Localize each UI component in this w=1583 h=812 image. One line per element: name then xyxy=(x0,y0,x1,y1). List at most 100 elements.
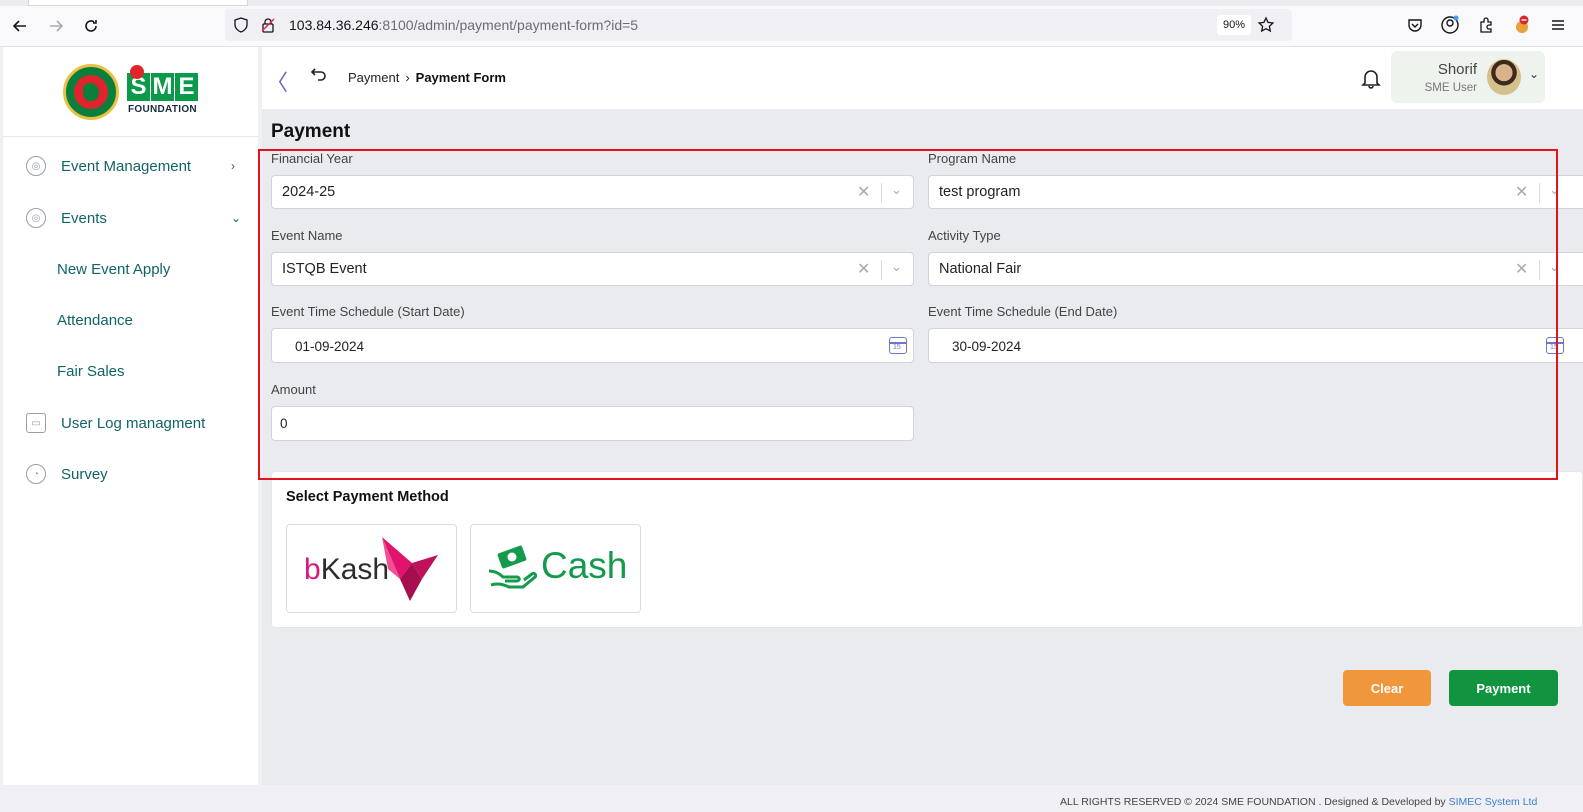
breadcrumb-parent[interactable]: Payment xyxy=(348,70,399,85)
sidebar-item-label: Survey xyxy=(61,465,108,483)
cash-option[interactable]: Cash xyxy=(470,524,641,613)
sidebar-item-label: Events xyxy=(61,209,107,227)
reload-icon[interactable] xyxy=(79,14,103,38)
amount-input[interactable]: 0 xyxy=(271,406,914,441)
chevron-down-icon[interactable]: ⌄ xyxy=(891,182,902,198)
event-name-select[interactable]: ISTQB Event ✕ ⌄ xyxy=(271,252,914,286)
lock-circle-icon: ◎ xyxy=(26,156,46,176)
forward-arrow-icon[interactable] xyxy=(44,14,68,38)
activity-type-label: Activity Type xyxy=(928,228,1001,243)
financial-year-value: 2024-25 xyxy=(282,184,336,200)
government-seal-logo xyxy=(63,64,119,120)
chevron-down-icon[interactable]: ⌄ xyxy=(1549,182,1560,198)
sidebar-item-label: User Log managment xyxy=(61,414,206,432)
start-date-label: Event Time Schedule (Start Date) xyxy=(271,304,465,319)
avatar xyxy=(1487,59,1521,95)
bookmark-star-icon[interactable] xyxy=(1257,16,1275,39)
extension-blocker-icon[interactable] xyxy=(1512,15,1532,35)
select-divider xyxy=(881,260,882,280)
clear-icon[interactable]: ✕ xyxy=(857,182,870,202)
clear-icon[interactable]: ✕ xyxy=(857,259,870,279)
program-name-select[interactable]: test program ✕ ⌄ xyxy=(928,175,1583,209)
start-date-input[interactable]: 01-09-2024 xyxy=(271,328,914,363)
activity-type-select[interactable]: National Fair ✕ ⌄ xyxy=(928,252,1583,286)
log-icon: ▭ xyxy=(26,413,46,433)
end-date-input[interactable]: 30-09-2024 xyxy=(928,328,1583,363)
sidebar-item-label: Event Management xyxy=(61,157,192,175)
address-bar[interactable]: 103.84.36.246:8100/admin/payment/payment… xyxy=(225,9,1292,41)
logo-dot xyxy=(130,65,144,79)
financial-year-label: Financial Year xyxy=(271,151,353,166)
cash-label: Cash xyxy=(541,545,628,586)
clear-icon[interactable]: ✕ xyxy=(1515,259,1528,279)
notification-bell-icon[interactable] xyxy=(1360,67,1382,89)
menu-hamburger-icon[interactable] xyxy=(1548,15,1568,35)
chevron-right-icon: › xyxy=(231,159,235,173)
sidebar-item-events[interactable]: ◎ Events ⌄ xyxy=(3,198,258,238)
pie-chart-icon: ◔ xyxy=(26,464,46,484)
top-header: 〈 Payment › Payment Form Shorif SME User… xyxy=(262,47,1583,109)
footer: ALL RIGHTS RESERVED © 2024 SME FOUNDATIO… xyxy=(0,785,1583,812)
calendar-icon[interactable] xyxy=(1546,337,1564,354)
end-date-value: 30-09-2024 xyxy=(952,339,1022,354)
bkash-rest: Kash xyxy=(320,553,390,586)
bkash-logo-text: bKash xyxy=(304,553,389,587)
chevron-down-icon: ⌄ xyxy=(231,211,242,225)
bkash-b: b xyxy=(304,553,321,586)
shield-icon[interactable] xyxy=(233,17,249,38)
sidebar-subitem-attendance[interactable]: Attendance xyxy=(3,300,258,340)
activity-type-value: National Fair xyxy=(939,261,1022,277)
event-name-label: Event Name xyxy=(271,228,343,243)
pocket-icon[interactable] xyxy=(1405,15,1425,35)
sidebar-subitem-new-event-apply[interactable]: New Event Apply xyxy=(3,249,258,289)
clear-icon[interactable]: ✕ xyxy=(1515,182,1528,202)
logo-letter-e: E xyxy=(175,73,198,101)
breadcrumb-current: Payment Form xyxy=(415,70,506,85)
end-date-label: Event Time Schedule (End Date) xyxy=(928,304,1118,319)
sidebar-subitem-label: Fair Sales xyxy=(57,362,125,380)
bkash-option[interactable]: bKash xyxy=(286,524,457,613)
sidebar-item-survey[interactable]: ◔ Survey xyxy=(3,454,258,494)
insecure-lock-icon[interactable] xyxy=(260,17,276,38)
select-divider xyxy=(1539,183,1540,203)
logo-area: S M E FOUNDATION xyxy=(3,47,258,137)
breadcrumb: Payment › Payment Form xyxy=(348,70,506,85)
amount-label: Amount xyxy=(271,382,316,397)
user-name: Shorif xyxy=(1437,61,1477,78)
sidebar-item-user-log[interactable]: ▭ User Log managment xyxy=(3,403,258,443)
select-divider xyxy=(1539,260,1540,280)
program-name-value: test program xyxy=(939,184,1021,200)
chevron-down-icon[interactable]: ⌄ xyxy=(1549,259,1560,275)
user-role: SME User xyxy=(1424,82,1477,94)
sidebar-subitem-fair-sales[interactable]: Fair Sales xyxy=(3,351,258,391)
logo-subtitle: FOUNDATION xyxy=(128,104,197,115)
user-profile-menu[interactable]: Shorif SME User ⌄ xyxy=(1391,51,1545,103)
start-date-value: 01-09-2024 xyxy=(295,339,365,354)
chevron-down-icon[interactable]: ⌄ xyxy=(891,259,902,275)
footer-text: ALL RIGHTS RESERVED © 2024 SME FOUNDATIO… xyxy=(1060,796,1537,808)
program-name-label: Program Name xyxy=(928,151,1017,166)
url-text[interactable]: 103.84.36.246:8100/admin/payment/payment… xyxy=(289,17,638,33)
bkash-bird-icon xyxy=(382,537,438,601)
logo-letter-m: M xyxy=(151,73,174,101)
url-host: 103.84.36.246 xyxy=(289,17,379,33)
browser-toolbar: 103.84.36.246:8100/admin/payment/payment… xyxy=(0,0,1583,47)
footer-developer-link[interactable]: SIMEC System Ltd xyxy=(1449,796,1538,808)
zoom-level-badge[interactable]: 90% xyxy=(1217,15,1251,35)
breadcrumb-separator: › xyxy=(405,70,410,85)
payment-method-title: Select Payment Method xyxy=(286,489,449,505)
financial-year-select[interactable]: 2024-25 ✕ ⌄ xyxy=(271,175,914,209)
footer-copyright: ALL RIGHTS RESERVED © 2024 SME FOUNDATIO… xyxy=(1060,796,1446,808)
extensions-icon[interactable] xyxy=(1476,15,1496,35)
collapse-sidebar-icon[interactable]: 〈 xyxy=(266,65,288,97)
url-path: :8100/admin/payment/payment-form?id=5 xyxy=(378,17,639,33)
calendar-icon[interactable] xyxy=(889,337,907,354)
back-arrow-icon[interactable] xyxy=(8,14,32,38)
browser-tab[interactable] xyxy=(28,0,248,6)
payment-button[interactable]: Payment xyxy=(1449,670,1558,706)
back-icon[interactable] xyxy=(310,65,328,88)
account-icon[interactable] xyxy=(1440,15,1460,35)
clear-button[interactable]: Clear xyxy=(1343,670,1431,706)
sme-foundation-logo[interactable]: S M E FOUNDATION xyxy=(125,65,205,121)
sidebar-item-event-management[interactable]: ◎ Event Management › xyxy=(3,146,258,186)
